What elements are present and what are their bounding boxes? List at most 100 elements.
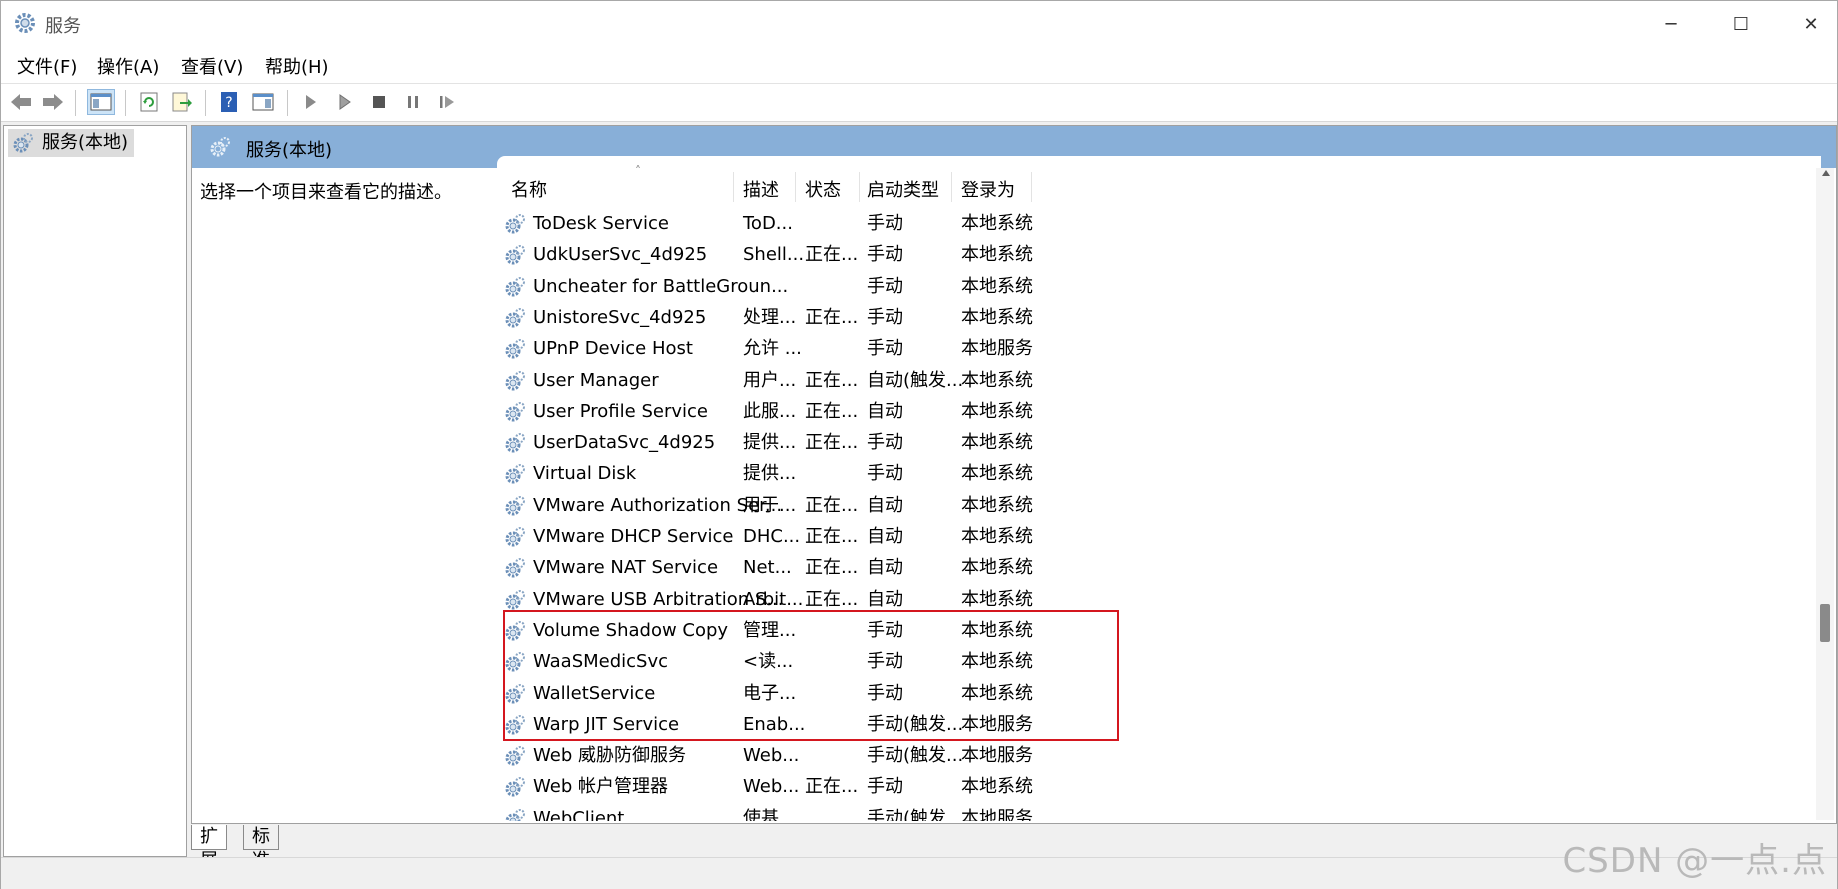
service-description: 此服... — [743, 400, 797, 422]
table-row[interactable]: Web 威胁防御服务 Web... 手动(触发... 本地服务 — [497, 740, 1097, 771]
service-log-on-as: 本地系统 — [961, 213, 1033, 234]
service-startup-type: 自动 — [867, 400, 903, 422]
scrollbar-thumb[interactable] — [1820, 604, 1830, 642]
service-description: Shell... — [743, 244, 805, 266]
help-button[interactable]: ? — [215, 89, 243, 115]
forward-button[interactable] — [39, 89, 67, 115]
service-gear-icon — [505, 307, 525, 328]
column-header-name[interactable]: 名称 — [511, 176, 547, 202]
maximize-button[interactable]: ☐ — [1706, 1, 1776, 47]
tab-extended[interactable]: 扩展 — [191, 825, 227, 871]
service-status: 正在... — [805, 400, 859, 422]
tree-item-services-local[interactable]: 服务(本地) — [8, 129, 135, 157]
refresh-button[interactable] — [135, 89, 163, 115]
title-bar[interactable]: 服务 — [1, 1, 1837, 47]
service-status: 正在... — [805, 244, 859, 266]
table-row[interactable]: VMware DHCP Service DHC... 正在... 自动 本地系统 — [497, 521, 1097, 552]
service-gear-icon — [505, 558, 525, 578]
maximize-icon: ☐ — [1732, 13, 1750, 35]
show-hide-tree-button[interactable] — [87, 89, 115, 115]
column-divider[interactable] — [859, 172, 860, 202]
service-name: UPnP Device Host — [533, 338, 693, 360]
table-row[interactable]: ToDesk Service ToD... 手动 本地系统 — [497, 208, 1097, 239]
service-startup-type: 手动 — [867, 432, 903, 454]
column-header-log-on-as[interactable]: 登录为 — [961, 176, 1015, 202]
resume-icon — [440, 96, 454, 108]
column-header-description[interactable]: 描述 — [743, 176, 779, 202]
service-status: 正在... — [805, 494, 859, 516]
service-gear-icon — [505, 245, 525, 265]
service-log-on-as: 本地系统 — [961, 494, 1033, 516]
service-name: Web 帐户管理器 — [533, 776, 668, 798]
description-prompt: 选择一个项目来查看它的描述。 — [200, 182, 452, 203]
tree-item-label: 服务(本地) — [42, 132, 129, 153]
service-startup-type: 自动(触发... — [867, 369, 964, 391]
restart-service-button[interactable] — [433, 89, 461, 115]
service-name: WebClient — [533, 807, 625, 821]
back-button[interactable] — [7, 89, 35, 115]
service-log-on-as: 本地系统 — [961, 306, 1033, 328]
export-list-button[interactable] — [167, 89, 195, 115]
tab-standard[interactable]: 标准 — [243, 825, 279, 871]
table-row[interactable]: UPnP Device Host 允许 ... 手动 本地服务 — [497, 333, 1097, 364]
table-row[interactable]: User Profile Service 此服... 正在... 自动 本地系统 — [497, 396, 1097, 427]
service-description: DHC... — [743, 526, 801, 547]
column-divider[interactable] — [795, 172, 796, 202]
close-icon: ✕ — [1803, 13, 1819, 35]
console-tree: 服务(本地) — [3, 125, 187, 857]
sort-ascending-icon: ˄ — [635, 164, 641, 178]
table-row[interactable]: VMware Authorization Ser... 用于... 正在... 自动本… — [497, 490, 1097, 521]
pause-service-button[interactable] — [399, 89, 427, 115]
service-startup-type: 自动 — [867, 557, 903, 579]
column-divider[interactable] — [733, 172, 734, 202]
column-divider[interactable] — [951, 172, 952, 202]
stop-service-button[interactable] — [365, 89, 393, 115]
service-log-on-as: 本地系统 — [961, 526, 1033, 547]
table-row[interactable]: UdkUserSvc_4d925 Shell... 正在... 手动 本地系统 — [497, 239, 1097, 270]
menu-action[interactable]: 操作(A) — [97, 53, 159, 79]
menu-view[interactable]: 查看(V) — [181, 53, 243, 79]
service-description: Web... — [743, 776, 800, 798]
table-row[interactable]: Virtual Disk 提供... 手动 本地系统 — [497, 458, 1097, 489]
menu-help[interactable]: 帮助(H) — [265, 53, 329, 79]
service-description: 允许 ... — [743, 338, 802, 360]
service-gear-icon — [505, 214, 525, 234]
service-log-on-as: 本地服务 — [961, 745, 1033, 767]
service-gear-icon — [505, 464, 525, 484]
vertical-scrollbar[interactable] — [1816, 168, 1834, 820]
service-log-on-as: 本地系统 — [961, 776, 1033, 798]
service-gear-icon — [505, 495, 525, 516]
panel-title: 服务(本地) — [246, 140, 333, 161]
service-log-on-as: 本地系统 — [961, 244, 1033, 266]
table-row[interactable]: UserDataSvc_4d925 提供... 正在... 手动 本地系统 — [497, 427, 1097, 458]
service-startup-type: 手动 — [867, 244, 903, 266]
service-log-on-as: 本地服务 — [961, 807, 1033, 821]
table-row[interactable]: Uncheater for BattleGroun... 手动 本地系统 — [497, 271, 1097, 302]
service-gear-icon — [505, 808, 525, 821]
table-row[interactable]: UnistoreSvc_4d925 处理... 正在... 手动 本地系统 — [497, 302, 1097, 333]
scroll-up-arrow-icon[interactable] — [1822, 170, 1830, 176]
service-status: 正在... — [805, 526, 859, 547]
service-startup-type: 手动 — [867, 776, 903, 798]
close-button[interactable]: ✕ — [1776, 1, 1838, 47]
service-gear-icon — [505, 370, 525, 390]
service-log-on-as: 本地系统 — [961, 557, 1033, 579]
column-divider[interactable] — [1031, 172, 1032, 202]
show-action-pane-button[interactable] — [249, 89, 277, 115]
table-row[interactable]: VMware NAT Service Net... 正在... 自动 本地系统 — [497, 552, 1097, 583]
table-row[interactable]: Web 帐户管理器 Web... 正在... 手动 本地系统 — [497, 771, 1097, 802]
service-name: User Manager — [533, 369, 659, 391]
service-description: Net... — [743, 557, 792, 579]
menu-file[interactable]: 文件(F) — [17, 53, 77, 79]
start-service-alt-button[interactable] — [331, 89, 359, 115]
table-row[interactable]: User Manager 用户... 正在... 自动(触发... 本地系统 — [497, 365, 1097, 396]
service-description: 提供... — [743, 463, 797, 485]
service-startup-type: 手动 — [867, 275, 903, 297]
column-header-startup-type[interactable]: 启动类型 — [867, 176, 939, 202]
table-row[interactable]: WebClient 使基... 手动(触发... 本地服务 — [497, 803, 1097, 821]
start-service-button[interactable] — [297, 89, 325, 115]
window-title: 服务 — [45, 16, 81, 37]
column-header-status[interactable]: 状态 — [805, 176, 841, 202]
minimize-button[interactable]: ─ — [1636, 1, 1706, 47]
service-gear-icon — [505, 589, 525, 610]
